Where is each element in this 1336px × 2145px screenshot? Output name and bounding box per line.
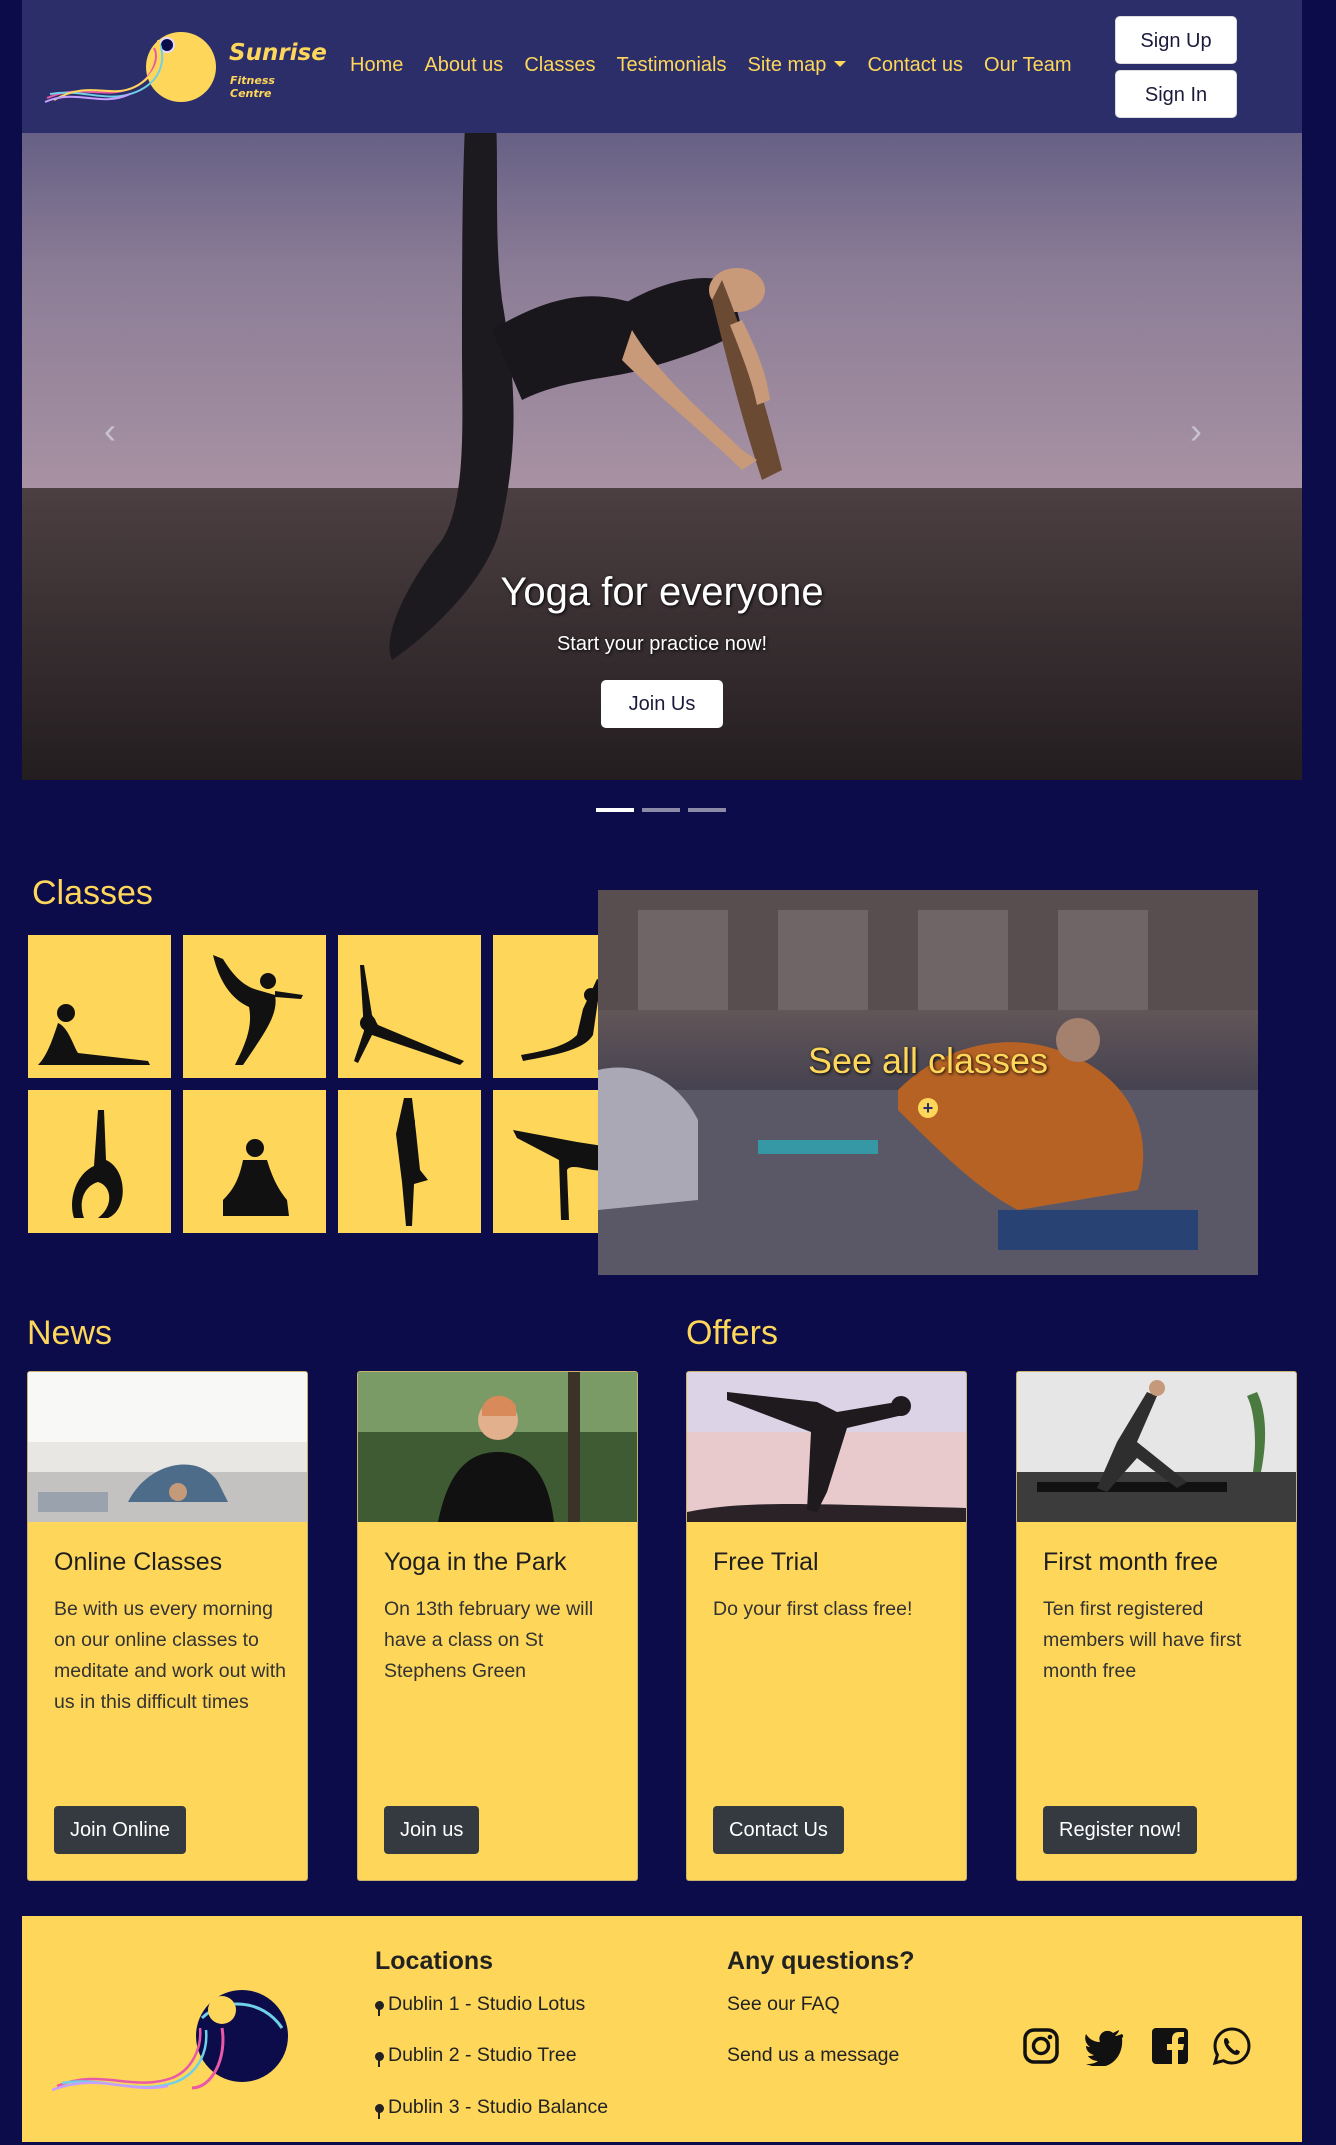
logo-ribbon-icon [44, 39, 164, 103]
news-heading: News [27, 1314, 113, 1352]
offer-card-body: Do your first class free! [713, 1598, 913, 1620]
message-link[interactable]: Send us a message [727, 2044, 899, 2067]
join-us-button[interactable]: Join Us [601, 680, 723, 728]
class-tile-dancer[interactable] [183, 935, 326, 1078]
online-classes-image [28, 1372, 307, 1522]
nav-sitemap-dropdown[interactable]: Site map [748, 54, 847, 77]
offer-card-title: Free Trial [713, 1548, 819, 1576]
news-card-title: Online Classes [54, 1548, 223, 1576]
location-link-2[interactable]: Dublin 2 - Studio Tree [375, 2044, 577, 2067]
sign-up-button[interactable]: Sign Up [1115, 16, 1237, 64]
yoga-park-image [358, 1372, 637, 1522]
class-image-overlay [598, 890, 1258, 1275]
side-plank-pose-icon [354, 965, 464, 1065]
hero-subtitle: Start your practice now! [556, 633, 768, 655]
offer-card-free-trial: Free Trial Do your first class free! Con… [686, 1371, 967, 1881]
instagram-icon[interactable] [1021, 2026, 1061, 2066]
locations-heading: Locations [375, 1947, 494, 1975]
location-pin-icon [375, 2052, 384, 2067]
location-link-3[interactable]: Dublin 3 - Studio Balance [375, 2096, 608, 2119]
carousel-indicator-3[interactable] [688, 808, 726, 812]
free-trial-image [687, 1372, 966, 1522]
scorpion-pose-icon [72, 1110, 123, 1218]
plus-circle-icon[interactable]: + [918, 1098, 938, 1118]
carousel-prev-icon[interactable]: ‹ [104, 410, 116, 452]
carousel-next-icon[interactable]: › [1190, 410, 1202, 452]
main-nav: Home About us Classes Testimonials Site … [350, 54, 1093, 77]
see-all-classes-card[interactable]: See all classes + [598, 890, 1258, 1275]
class-tile-tree[interactable] [338, 1090, 481, 1233]
cobra-pose-icon [38, 1004, 150, 1065]
location-link-1[interactable]: Dublin 1 - Studio Lotus [375, 1993, 585, 2016]
questions-heading: Any questions? [727, 1947, 915, 1975]
carousel-indicator-2[interactable] [642, 808, 680, 812]
join-us-card-button[interactable]: Join us [384, 1806, 480, 1854]
news-card-online-classes: Online Classes Be with us every morning … [27, 1371, 308, 1881]
sunrise-logo[interactable]: Sunrise Fitness Centre [42, 28, 327, 108]
class-tile-scorpion[interactable] [28, 1090, 171, 1233]
lotus-pose-icon [223, 1139, 289, 1216]
faq-link[interactable]: See our FAQ [727, 1993, 840, 2016]
chevron-down-icon [834, 60, 847, 67]
news-card-title: Yoga in the Park [384, 1548, 567, 1576]
nav-classes[interactable]: Classes [524, 54, 595, 77]
register-now-button[interactable]: Register now! [1043, 1806, 1198, 1854]
nav-sitemap-label: Site map [747, 54, 827, 76]
whatsapp-icon[interactable] [1212, 2026, 1252, 2066]
hero-title: Yoga for everyone [500, 570, 824, 614]
twitter-icon[interactable] [1084, 2026, 1124, 2066]
news-card-body: Be with us every morning on our online c… [54, 1598, 286, 1713]
hero-caption: Yoga for everyone Start your practice no… [22, 570, 1302, 728]
footer-logo[interactable] [52, 1988, 292, 2098]
footer: Locations Dublin 1 - Studio Lotus Dublin… [22, 1916, 1302, 2142]
class-tile-cobra[interactable] [28, 935, 171, 1078]
carousel-indicator-1[interactable] [596, 808, 634, 812]
contact-us-button[interactable]: Contact Us [713, 1806, 844, 1854]
location-pin-icon [375, 2001, 384, 2016]
nav-team[interactable]: Our Team [984, 54, 1071, 77]
class-tile-lotus[interactable] [183, 1090, 326, 1233]
nav-home[interactable]: Home [350, 54, 403, 77]
classes-heading: Classes [32, 874, 153, 912]
join-online-button[interactable]: Join Online [54, 1806, 187, 1854]
nav-testimonials[interactable]: Testimonials [616, 54, 726, 77]
location-pin-icon [375, 2104, 384, 2119]
auth-buttons: Sign Up Sign In [1115, 16, 1237, 124]
offers-heading: Offers [686, 1314, 778, 1352]
offer-card-first-month: First month free Ten first registered me… [1016, 1371, 1297, 1881]
location-label: Dublin 3 - Studio Balance [388, 2096, 609, 2118]
facebook-icon[interactable] [1150, 2026, 1190, 2066]
offer-card-body: Ten first registered members will have f… [1043, 1598, 1242, 1682]
location-label: Dublin 1 - Studio Lotus [388, 1993, 586, 2015]
news-card-body: On 13th february we will have a class on… [384, 1598, 594, 1682]
navbar: Sunrise Fitness Centre Home About us Cla… [22, 0, 1302, 133]
logo-brand-sub: Fitness Centre [230, 74, 275, 100]
sign-in-button[interactable]: Sign In [1115, 70, 1237, 118]
location-label: Dublin 2 - Studio Tree [388, 2044, 577, 2066]
first-month-image [1017, 1372, 1296, 1522]
nav-about[interactable]: About us [424, 54, 503, 77]
tree-pose-icon [396, 1098, 428, 1226]
news-card-yoga-park: Yoga in the Park On 13th february we wil… [357, 1371, 638, 1881]
logo-brand-name: Sunrise [229, 40, 327, 66]
carousel-indicators [596, 808, 726, 812]
offer-card-title: First month free [1043, 1548, 1219, 1576]
nav-contact[interactable]: Contact us [867, 54, 963, 77]
dancer-pose-icon [213, 955, 303, 1065]
see-all-classes-label: See all classes [807, 1040, 1049, 1081]
class-tile-side-plank[interactable] [338, 935, 481, 1078]
